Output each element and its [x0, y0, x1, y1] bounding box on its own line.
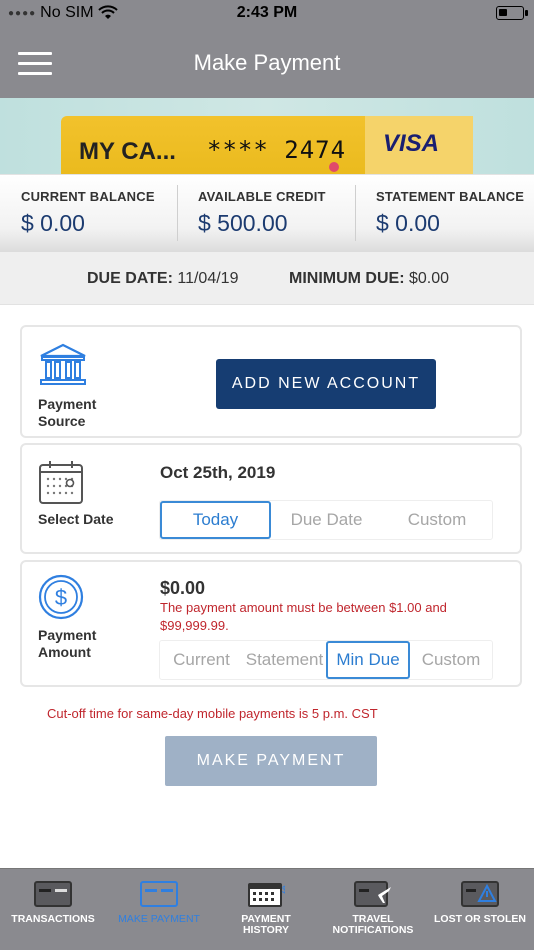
available-credit: AVAILABLE CREDIT $ 500.00 — [198, 189, 326, 237]
calendar-icon: $ — [248, 883, 285, 907]
card-plane-icon — [354, 881, 391, 907]
due-date-label: DUE DATE: — [87, 270, 173, 287]
statement-balance-value: $ 0.00 — [376, 210, 440, 236]
divider — [177, 185, 178, 241]
amount-option-current[interactable]: Current — [160, 641, 243, 679]
due-date-value: 11/04/19 — [177, 270, 239, 287]
current-balance: CURRENT BALANCE $ 0.00 — [21, 189, 155, 237]
calendar-icon — [39, 461, 83, 504]
dollar-coin-icon: $ — [38, 574, 84, 620]
select-date-panel: Select Date Oct 25th, 2019 Today Due Dat… — [20, 443, 522, 554]
battery-icon — [496, 6, 528, 20]
tab-lost-or-stolen-label: LOST OR STOLEN — [434, 913, 526, 925]
bank-icon — [40, 343, 86, 385]
status-bar: ●●●● No SIM 2:43 PM — [0, 0, 534, 28]
status-time: 2:43 PM — [236, 4, 298, 21]
svg-text:$: $ — [282, 885, 285, 896]
make-payment-button[interactable]: MAKE PAYMENT — [165, 736, 377, 786]
current-balance-value: $ 0.00 — [21, 210, 85, 236]
card-name: MY CA... — [79, 138, 176, 165]
amount-option-statement[interactable]: Statement — [243, 641, 326, 679]
svg-text:$: $ — [55, 585, 67, 610]
payment-amount-label: Payment Amount — [38, 627, 97, 660]
payment-amount-value: $0.00 — [160, 578, 206, 598]
credit-card-image[interactable]: MY CA... **** 2474 VISA — [61, 116, 473, 174]
amount-error-message: The payment amount must be between $1.00… — [160, 600, 447, 633]
tab-lost-or-stolen[interactable]: LOST OR STOLEN — [427, 869, 533, 950]
selected-date: Oct 25th, 2019 — [160, 463, 276, 482]
cutoff-note: Cut-off time for same-day mobile payment… — [47, 706, 378, 721]
minimum-due-label: MINIMUM DUE: — [289, 270, 405, 287]
page-title: Make Payment — [193, 50, 341, 75]
payment-amount-panel: $ Payment Amount $0.00 The payment amoun… — [20, 560, 522, 687]
due-date: DUE DATE: 11/04/19 — [87, 270, 238, 288]
card-decoration — [329, 162, 339, 172]
payment-source-label: Payment Source — [38, 396, 97, 429]
date-option-due-date[interactable]: Due Date — [271, 501, 382, 539]
statement-balance-label: STATEMENT BALANCE — [376, 189, 525, 204]
tab-travel-notifications[interactable]: TRAVEL NOTIFICATIONS — [320, 869, 426, 950]
amount-option-selector: Current Statement Min Due Custom — [159, 640, 493, 680]
add-new-account-button[interactable]: ADD NEW ACCOUNT — [216, 359, 436, 409]
card-icon — [140, 881, 178, 907]
tab-payment-history[interactable]: $ PAYMENT HISTORY — [213, 869, 319, 950]
amount-option-custom[interactable]: Custom — [410, 641, 492, 679]
amount-option-min-due[interactable]: Min Due — [326, 641, 410, 679]
balance-summary: CURRENT BALANCE $ 0.00 AVAILABLE CREDIT … — [0, 174, 534, 252]
select-date-label: Select Date — [38, 511, 114, 527]
tab-travel-notifications-label: TRAVEL NOTIFICATIONS — [332, 913, 414, 936]
current-balance-label: CURRENT BALANCE — [21, 189, 155, 204]
statement-balance: STATEMENT BALANCE $ 0.00 — [376, 189, 524, 237]
payment-source-panel: Payment Source ADD NEW ACCOUNT — [20, 325, 522, 438]
date-option-selector: Today Due Date Custom — [159, 500, 493, 540]
divider — [355, 185, 356, 241]
card-banner[interactable]: MY CA... **** 2474 VISA — [0, 98, 534, 174]
date-option-today[interactable]: Today — [160, 501, 271, 539]
tab-transactions-label: TRANSACTIONS — [11, 913, 95, 925]
minimum-due-value: $0.00 — [409, 270, 450, 287]
minimum-due: MINIMUM DUE: $0.00 — [289, 270, 449, 288]
date-option-custom[interactable]: Custom — [382, 501, 492, 539]
tab-transactions[interactable]: TRANSACTIONS — [0, 869, 106, 950]
visa-logo: VISA — [382, 130, 439, 157]
card-icon — [34, 881, 72, 907]
due-info: DUE DATE: 11/04/19 MINIMUM DUE: $0.00 — [0, 252, 534, 305]
card-number: **** 2474 — [207, 136, 347, 164]
app-header: Make Payment — [0, 28, 534, 98]
available-credit-value: $ 500.00 — [198, 210, 288, 236]
tab-payment-history-label: PAYMENT HISTORY — [241, 913, 291, 936]
available-credit-label: AVAILABLE CREDIT — [198, 189, 326, 204]
tab-make-payment-label: MAKE PAYMENT — [118, 913, 200, 925]
bottom-tab-bar: TRANSACTIONS MAKE PAYMENT $ PAYMENT HIST… — [0, 868, 534, 950]
tab-make-payment[interactable]: MAKE PAYMENT — [106, 869, 212, 950]
card-alert-icon — [461, 881, 499, 907]
